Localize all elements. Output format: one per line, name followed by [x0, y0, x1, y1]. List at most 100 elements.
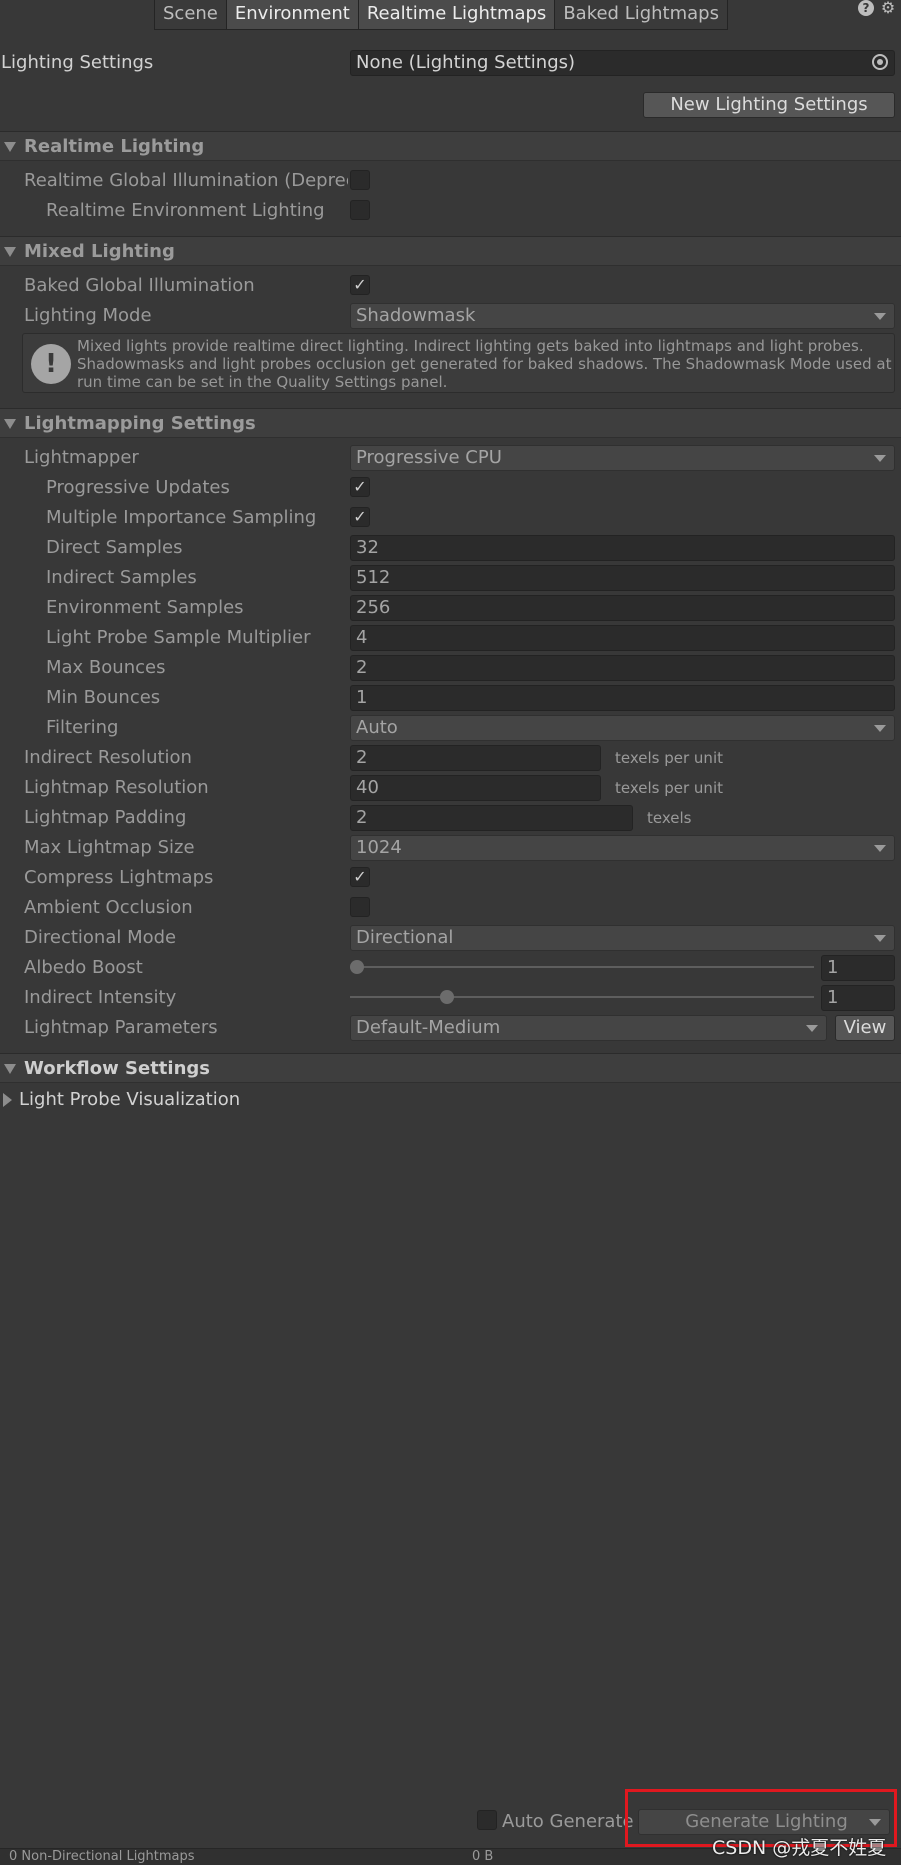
realtime-lighting-title: Realtime Lighting [24, 136, 205, 157]
mis-label: Multiple Importance Sampling [46, 507, 317, 528]
lightmap-parameters-dropdown[interactable]: Default-Medium [350, 1015, 827, 1041]
progressive-updates-checkbox[interactable]: ✓ [350, 477, 370, 497]
lightmapping-settings-header[interactable]: Lightmapping Settings [0, 408, 901, 438]
filtering-value: Auto [356, 717, 398, 738]
compress-lightmaps-label: Compress Lightmaps [24, 867, 214, 888]
probe-multiplier-input[interactable]: 4 [350, 625, 895, 651]
direct-samples-input[interactable]: 32 [350, 535, 895, 561]
chevron-down-icon [874, 313, 886, 320]
lightmap-resolution-unit: texels per unit [615, 779, 723, 797]
min-bounces-label: Min Bounces [46, 687, 161, 708]
albedo-boost-slider-track[interactable] [350, 966, 814, 968]
stats-label: 0 Non-Directional Lightmaps [9, 1849, 195, 1864]
probe-multiplier-label: Light Probe Sample Multiplier [46, 627, 311, 648]
compress-lightmaps-checkbox[interactable]: ✓ [350, 867, 370, 887]
tab-baked-lightmaps[interactable]: Baked Lightmaps [554, 0, 728, 30]
lighting-mode-value: Shadowmask [356, 305, 476, 326]
foldout-closed-icon[interactable] [3, 1093, 12, 1107]
help-icon[interactable]: ? [858, 0, 874, 16]
lightmapper-value: Progressive CPU [356, 447, 502, 468]
max-bounces-label: Max Bounces [46, 657, 166, 678]
gear-icon[interactable]: ⚙ [880, 0, 896, 16]
lightmap-parameters-value: Default-Medium [356, 1017, 501, 1038]
max-bounces-input[interactable]: 2 [350, 655, 895, 681]
lightmap-resolution-label: Lightmap Resolution [24, 777, 209, 798]
lightmap-padding-label: Lightmap Padding [24, 807, 187, 828]
light-probe-visualization-foldout[interactable]: Light Probe Visualization [19, 1089, 240, 1110]
lightmap-parameters-label: Lightmap Parameters [24, 1017, 218, 1038]
workflow-settings-header[interactable]: Workflow Settings [0, 1053, 901, 1083]
indirect-intensity-slider-handle[interactable] [440, 990, 454, 1004]
directional-mode-value: Directional [356, 927, 454, 948]
foldout-arrow-icon [4, 419, 16, 429]
indirect-intensity-input[interactable]: 1 [821, 985, 895, 1011]
max-lightmap-size-dropdown[interactable]: 1024 [350, 835, 895, 861]
lightmap-padding-input[interactable]: 2 [350, 805, 633, 831]
chevron-down-icon [874, 725, 886, 732]
shadowmask-info-text: Mixed lights provide realtime direct lig… [77, 337, 892, 391]
chevron-down-icon [874, 455, 886, 462]
workflow-settings-title: Workflow Settings [24, 1058, 210, 1079]
ambient-occlusion-checkbox[interactable] [350, 897, 370, 917]
environment-samples-label: Environment Samples [46, 597, 244, 618]
chevron-down-icon [806, 1025, 818, 1032]
indirect-intensity-label: Indirect Intensity [24, 987, 177, 1008]
tab-scene[interactable]: Scene [154, 0, 227, 30]
lightmapper-dropdown[interactable]: Progressive CPU [350, 445, 895, 471]
ambient-occlusion-label: Ambient Occlusion [24, 897, 193, 918]
indirect-samples-label: Indirect Samples [46, 567, 197, 588]
baked-gi-checkbox[interactable]: ✓ [350, 275, 370, 295]
lighting-settings-field[interactable]: None (Lighting Settings) [350, 50, 895, 76]
realtime-environment-checkbox[interactable] [350, 200, 370, 220]
filtering-label: Filtering [46, 717, 119, 738]
indirect-intensity-slider-track[interactable] [350, 996, 814, 998]
lightmapping-settings-title: Lightmapping Settings [24, 413, 256, 434]
lighting-tab-bar: Scene Environment Realtime Lightmaps Bak… [154, 0, 728, 30]
watermark-text: CSDN @戎夏不姓夏 [712, 1837, 887, 1859]
new-lighting-settings-button[interactable]: New Lighting Settings [643, 92, 895, 118]
realtime-environment-label: Realtime Environment Lighting [46, 200, 325, 221]
foldout-arrow-icon [4, 1064, 16, 1074]
albedo-boost-label: Albedo Boost [24, 957, 143, 978]
max-lightmap-size-value: 1024 [356, 837, 402, 858]
auto-generate-label: Auto Generate [502, 1811, 634, 1832]
lightmapper-label: Lightmapper [24, 447, 139, 468]
lightmap-resolution-input[interactable]: 40 [350, 775, 601, 801]
max-lightmap-size-label: Max Lightmap Size [24, 837, 195, 858]
mixed-lighting-title: Mixed Lighting [24, 241, 175, 262]
indirect-resolution-label: Indirect Resolution [24, 747, 192, 768]
tab-environment[interactable]: Environment [225, 0, 359, 30]
progressive-updates-label: Progressive Updates [46, 477, 230, 498]
lightmap-padding-unit: texels [647, 809, 692, 827]
baked-gi-label: Baked Global Illumination [24, 275, 255, 296]
realtime-lighting-header[interactable]: Realtime Lighting [0, 131, 901, 161]
tab-realtime-lightmaps[interactable]: Realtime Lightmaps [357, 0, 556, 30]
warning-icon: ! [31, 344, 71, 384]
albedo-boost-input[interactable]: 1 [821, 955, 895, 981]
min-bounces-input[interactable]: 1 [350, 685, 895, 711]
realtime-gi-checkbox[interactable] [350, 170, 370, 190]
directional-mode-dropdown[interactable]: Directional [350, 925, 895, 951]
indirect-samples-input[interactable]: 512 [350, 565, 895, 591]
realtime-gi-label: Realtime Global Illumination (Depreca [24, 170, 348, 191]
lighting-settings-value: None (Lighting Settings) [356, 52, 576, 73]
lighting-mode-dropdown[interactable]: Shadowmask [350, 303, 895, 329]
albedo-boost-slider-handle[interactable] [350, 960, 364, 974]
stats-value: 0 B [472, 1849, 494, 1864]
view-parameters-button[interactable]: View [835, 1015, 895, 1041]
object-picker-icon[interactable] [872, 54, 888, 70]
indirect-resolution-unit: texels per unit [615, 749, 723, 767]
environment-samples-input[interactable]: 256 [350, 595, 895, 621]
filtering-dropdown[interactable]: Auto [350, 715, 895, 741]
direct-samples-label: Direct Samples [46, 537, 183, 558]
mixed-lighting-header[interactable]: Mixed Lighting [0, 236, 901, 266]
mis-checkbox[interactable]: ✓ [350, 507, 370, 527]
chevron-down-icon [874, 935, 886, 942]
foldout-arrow-icon [4, 142, 16, 152]
indirect-resolution-input[interactable]: 2 [350, 745, 601, 771]
directional-mode-label: Directional Mode [24, 927, 177, 948]
lighting-mode-label: Lighting Mode [24, 305, 152, 326]
auto-generate-checkbox[interactable] [477, 1810, 497, 1830]
foldout-arrow-icon [4, 247, 16, 257]
chevron-down-icon [874, 845, 886, 852]
